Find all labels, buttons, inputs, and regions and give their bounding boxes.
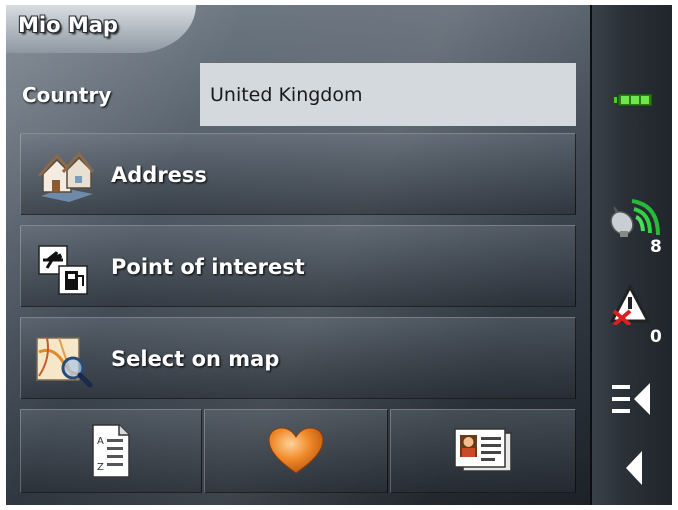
menu-collapse-icon [612,383,650,415]
satellite-icon [610,199,660,237]
favourites-button[interactable] [204,409,388,493]
poi-icon [38,245,88,295]
contact-card-icon [454,428,512,472]
svg-text:A: A [97,436,104,447]
address-label: Address [111,163,207,187]
satellite-count: 8 [650,237,662,257]
address-button[interactable]: Address [20,133,576,215]
battery-status [592,85,672,115]
contacts-button[interactable] [390,409,576,493]
house-icon [37,151,95,202]
country-label: Country [22,83,112,107]
list-button[interactable]: A Z [20,409,202,493]
select-on-map-button[interactable]: Select on map [20,317,576,399]
heart-icon [268,427,324,474]
point-of-interest-button[interactable]: Point of interest [20,225,576,307]
select-on-map-label: Select on map [111,347,280,371]
country-value: United Kingdom [210,83,363,106]
alert-count: 0 [650,327,662,347]
country-field[interactable]: United Kingdom [200,63,576,126]
back-button[interactable] [592,447,672,487]
svg-text:Z: Z [97,462,104,473]
gps-status[interactable]: 8 [592,191,672,259]
app-title: Mio Map [18,13,118,37]
point-of-interest-label: Point of interest [111,255,305,279]
map-search-icon [36,337,93,388]
battery-icon [614,93,653,107]
title-tab: Mio Map [6,5,196,53]
warning-icon [610,285,651,325]
list-icon: A Z [92,424,130,478]
alert-status[interactable]: 0 [592,281,672,351]
device-screen: Mio Map Country United Kingdom Address P… [6,5,672,505]
menu-toggle-button[interactable] [592,377,672,417]
status-sidebar: 8 0 [590,5,672,505]
back-arrow-icon [626,451,642,485]
main-panel: Mio Map Country United Kingdom Address P… [6,5,590,505]
